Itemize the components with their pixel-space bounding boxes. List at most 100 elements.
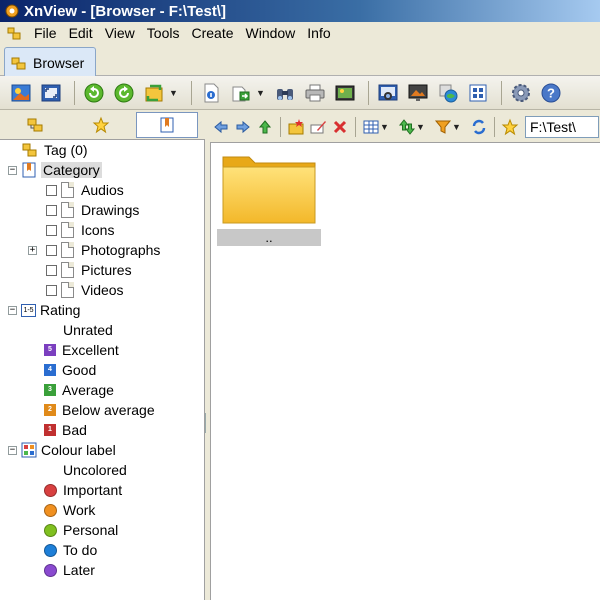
contact-sheet-button[interactable] (465, 80, 491, 106)
category-checkbox[interactable] (46, 264, 57, 276)
tree-item-rating-unrated[interactable]: Unrated (63, 320, 113, 340)
tree-item-rating-good[interactable]: 4 Good (44, 360, 96, 380)
category-label: Pictures (81, 262, 132, 278)
view-image-button[interactable] (8, 80, 34, 106)
rotate-right-button[interactable] (111, 80, 137, 106)
rotate-right-icon (114, 83, 134, 102)
address-path-field[interactable]: F:\Test\ (525, 116, 599, 138)
tree-item-rating-below-average[interactable]: 2 Below average (44, 400, 155, 420)
category-label: Photographs (81, 242, 161, 258)
tree-item-colour-work[interactable]: Work (44, 500, 95, 520)
rating-3-badge-icon: 3 (44, 384, 56, 396)
tree-item-colour-label-text: Colour label (41, 442, 116, 458)
colour-label: Uncolored (63, 462, 127, 478)
tree-item-colour-to-do[interactable]: To do (44, 540, 97, 560)
search-button[interactable] (272, 80, 298, 106)
category-checkbox[interactable] (46, 204, 57, 216)
tree-item-category-icons[interactable]: Icons (46, 220, 114, 240)
menu-window[interactable]: Window (240, 25, 302, 41)
add-favorite-button[interactable] (499, 116, 521, 138)
filter-dropdown-arrow[interactable]: ▼ (452, 122, 462, 132)
slideshow-icon (335, 85, 355, 100)
rating-1-badge-icon: 1 (44, 424, 56, 436)
rating-collapse-toggle[interactable]: − (8, 305, 17, 315)
tree-item-tag[interactable]: Tag (0) (22, 140, 88, 160)
tree-item-colour-important[interactable]: Important (44, 480, 122, 500)
window-menu-icon[interactable] (6, 25, 22, 41)
tree-item-tag-label: Tag (0) (44, 142, 88, 158)
tab-favorites[interactable] (70, 112, 132, 138)
colour-label-collapse-toggle[interactable]: − (8, 445, 17, 455)
forward-button[interactable] (232, 116, 254, 138)
category-checkbox[interactable] (46, 184, 57, 196)
tab-folders[interactable] (4, 112, 66, 138)
rotate-left-button[interactable] (81, 80, 107, 106)
category-collapse-toggle[interactable]: − (8, 165, 17, 175)
tree-item-category-videos[interactable]: Videos (46, 280, 124, 300)
menu-edit[interactable]: Edit (63, 25, 99, 41)
colour-label: Important (63, 482, 123, 498)
photographs-expand-toggle[interactable]: + (28, 245, 37, 255)
category-label: Audios (81, 182, 124, 198)
tree-item-rating-bad[interactable]: 1 Bad (44, 420, 87, 440)
refresh-button[interactable] (141, 80, 167, 106)
tree-item-category-audios[interactable]: Audios (46, 180, 124, 200)
refresh-dropdown-arrow[interactable]: ▼ (169, 88, 179, 98)
category-checkbox[interactable] (46, 224, 57, 236)
personal-colour-dot-icon (44, 523, 57, 537)
view-image-icon (11, 84, 31, 101)
back-button[interactable] (210, 116, 232, 138)
convert-icon (232, 86, 250, 101)
tree-item-category-photographs[interactable]: + Photographs (28, 240, 160, 260)
category-checkbox[interactable] (46, 284, 57, 296)
file-info-icon (204, 83, 219, 102)
convert-button[interactable] (228, 80, 254, 106)
refresh-view-button[interactable] (468, 116, 490, 138)
filter-button[interactable] (432, 116, 454, 138)
tree-item-colour-uncolored[interactable]: Uncolored (63, 460, 127, 480)
sort-dropdown-arrow[interactable]: ▼ (416, 122, 426, 132)
web-page-button[interactable] (435, 80, 461, 106)
view-mode-button[interactable] (360, 116, 382, 138)
category-tree: Tag (0) − Category Audios Drawings Icons + Phot… (0, 140, 205, 600)
rename-button[interactable] (307, 116, 329, 138)
svg-text:?: ? (547, 85, 555, 100)
tree-item-colour-personal[interactable]: Personal (44, 520, 118, 540)
tree-item-category-pictures[interactable]: Pictures (46, 260, 132, 280)
tab-browser[interactable]: Browser (4, 47, 96, 77)
slideshow-button[interactable] (332, 80, 358, 106)
up-folder-button[interactable] (254, 116, 276, 138)
left-pane-tabs (0, 110, 205, 140)
gear-icon (512, 83, 530, 102)
view-mode-dropdown-arrow[interactable]: ▼ (380, 122, 390, 132)
new-folder-button[interactable] (285, 116, 307, 138)
menu-file[interactable]: File (28, 25, 63, 41)
fullscreen-button[interactable] (38, 80, 64, 106)
set-wallpaper-button[interactable] (405, 80, 431, 106)
category-checkbox[interactable] (46, 244, 57, 256)
tree-item-rating[interactable]: −1-5 Rating (8, 300, 80, 320)
tree-item-category[interactable]: − Category (8, 160, 102, 180)
menu-create[interactable]: Create (185, 25, 239, 41)
tree-item-rating-average[interactable]: 3 Average (44, 380, 114, 400)
help-button[interactable]: ? (538, 80, 564, 106)
tree-item-colour-label[interactable]: − Colour label (8, 440, 116, 460)
properties-button[interactable] (198, 80, 224, 106)
sort-button[interactable] (396, 116, 418, 138)
tree-item-rating-excellent[interactable]: 5 Excellent (44, 340, 119, 360)
tree-item-category-drawings[interactable]: Drawings (46, 200, 139, 220)
menu-info[interactable]: Info (301, 25, 336, 41)
tree-item-colour-later[interactable]: Later (44, 560, 95, 580)
capture-button[interactable] (375, 80, 401, 106)
later-colour-dot-icon (44, 563, 57, 577)
print-button[interactable] (302, 80, 328, 106)
navbar-separator (280, 117, 281, 137)
delete-button[interactable] (329, 116, 351, 138)
tab-categories[interactable] (136, 111, 198, 138)
menu-bar: File Edit View Tools Create Window Info (0, 22, 600, 44)
menu-tools[interactable]: Tools (141, 25, 186, 41)
convert-dropdown-arrow[interactable]: ▼ (256, 88, 266, 98)
menu-view[interactable]: View (99, 25, 141, 41)
options-button[interactable] (508, 80, 534, 106)
parent-folder-item[interactable]: .. (217, 149, 321, 246)
